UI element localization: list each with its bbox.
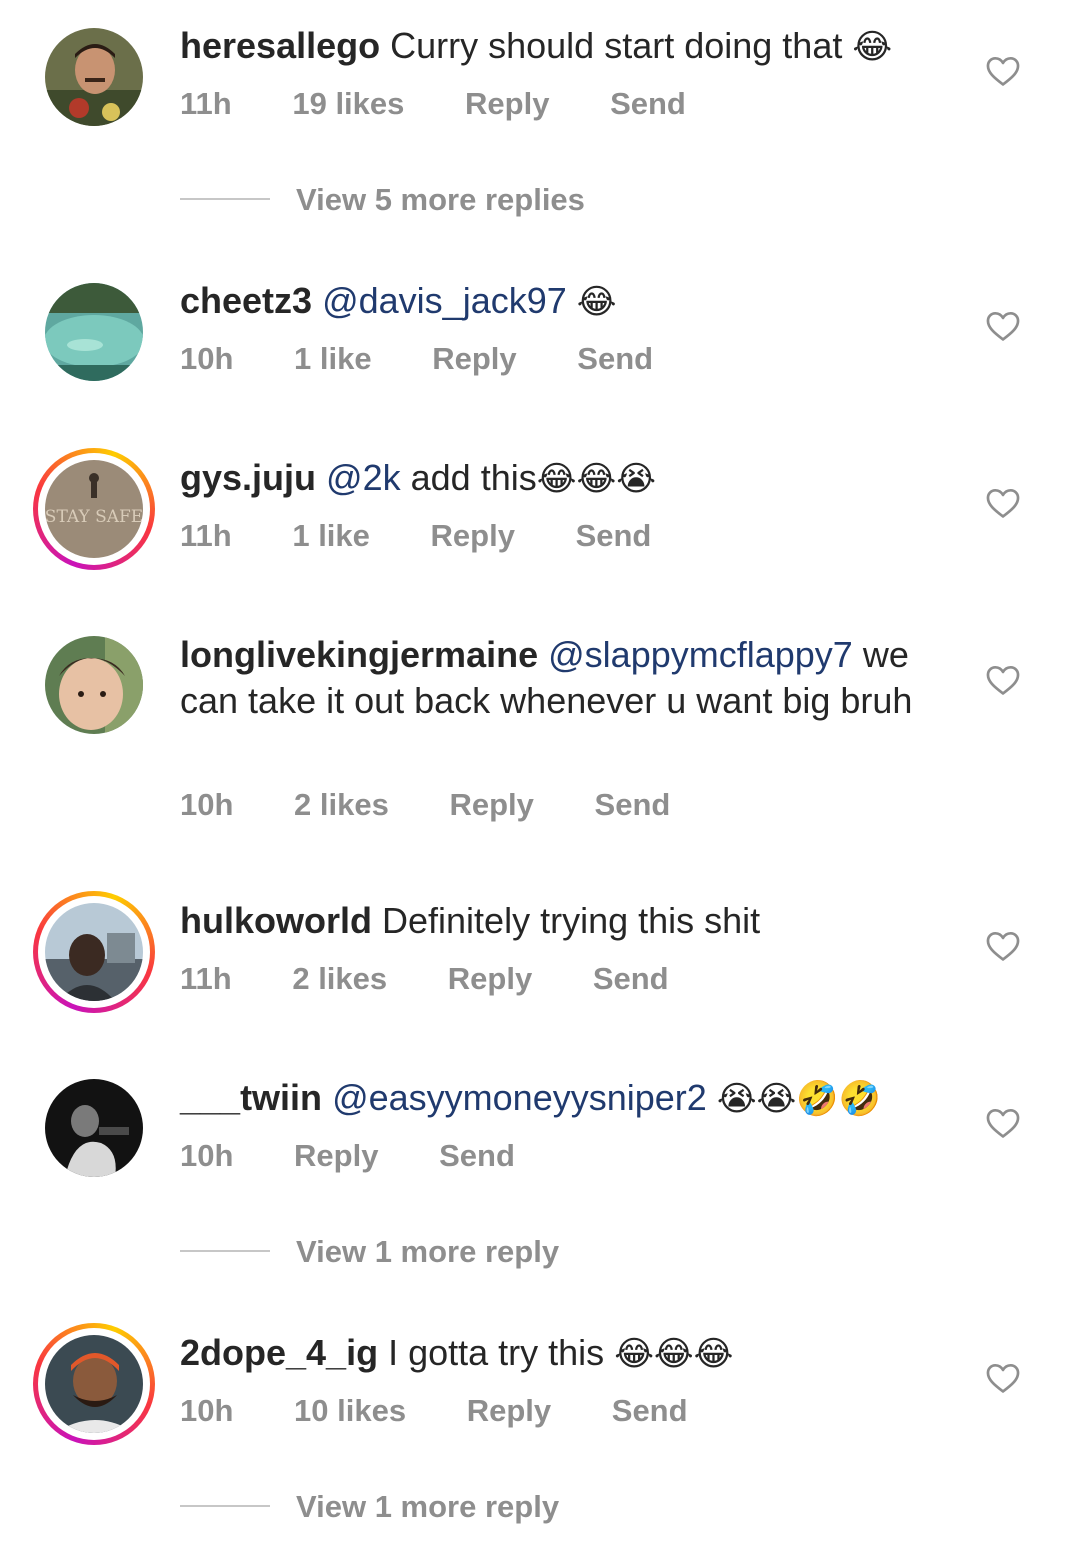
reply-button[interactable]: Reply (467, 1393, 551, 1429)
comment-emoji: 😂😂😭 (536, 459, 656, 499)
avatar-text: STAY SAFE (45, 507, 143, 527)
comment-text: hulkoworld Definitely trying this shit (180, 898, 950, 944)
heart-outline-icon[interactable] (984, 52, 1022, 90)
reply-button[interactable]: Reply (449, 787, 533, 823)
view-replies-button[interactable]: View 1 more reply (180, 1489, 559, 1529)
comment-username[interactable]: ___twiin (180, 1077, 322, 1118)
comment-text: cheetz3 @davis_jack97 😂 (180, 278, 950, 325)
comment-time: 11h (180, 86, 232, 121)
avatar[interactable] (45, 1079, 143, 1177)
comment-meta: 11h 19 likes Reply Send (180, 86, 738, 122)
story-ring[interactable]: STAY SAFE (33, 448, 155, 570)
comment-meta: 10h 1 like Reply Send (180, 341, 705, 377)
send-button[interactable]: Send (595, 787, 671, 823)
comment-meta: 11h 1 like Reply Send (180, 518, 703, 554)
comment-username[interactable]: 2dope_4_ig (180, 1332, 378, 1373)
send-button[interactable]: Send (612, 1393, 688, 1429)
heart-outline-icon[interactable] (984, 1359, 1022, 1397)
view-replies-button[interactable]: View 1 more reply (180, 1234, 559, 1274)
comment-username[interactable]: heresallego (180, 25, 380, 66)
avatar (45, 1335, 143, 1433)
send-button[interactable]: Send (577, 341, 653, 377)
comment-emoji: 😂 (576, 282, 617, 322)
comment-mention[interactable]: @2k (326, 457, 401, 498)
divider (180, 1504, 270, 1507)
comment-likes[interactable]: 2 likes (292, 961, 387, 997)
comment-time: 10h (180, 1138, 234, 1173)
reply-button[interactable]: Reply (432, 341, 516, 377)
comment-mention[interactable]: @davis_jack97 (322, 280, 567, 321)
comment-meta: 10h Reply Send (180, 1138, 567, 1174)
comment-body: Definitely trying this shit (382, 900, 761, 941)
comment-time: 10h (180, 341, 234, 376)
comment-likes[interactable]: 19 likes (292, 86, 404, 122)
heart-outline-icon[interactable] (984, 661, 1022, 699)
comment-text: longlivekingjermaine @slappymcflappy7 we… (180, 632, 950, 724)
send-button[interactable]: Send (576, 518, 652, 554)
view-replies-button[interactable]: View 5 more replies (180, 182, 585, 222)
send-button[interactable]: Send (593, 961, 669, 997)
comment-meta: 11h 2 likes Reply Send (180, 961, 721, 997)
comment-username[interactable]: cheetz3 (180, 280, 312, 321)
heart-outline-icon[interactable] (984, 927, 1022, 965)
heart-outline-icon[interactable] (984, 1104, 1022, 1142)
comment-time: 10h (180, 1393, 234, 1428)
comment-time: 11h (180, 518, 232, 553)
comment-mention[interactable]: @slappymcflappy7 (548, 634, 853, 675)
send-button[interactable]: Send (610, 86, 686, 122)
reply-button[interactable]: Reply (294, 1138, 378, 1174)
avatar[interactable] (45, 636, 143, 734)
comment-username[interactable]: hulkoworld (180, 900, 372, 941)
view-replies-label: View 1 more reply (296, 1489, 560, 1524)
heart-outline-icon[interactable] (984, 484, 1022, 522)
comment-time: 10h (180, 787, 234, 822)
comment-likes[interactable]: 2 likes (294, 787, 389, 823)
comment-likes[interactable]: 1 like (292, 518, 370, 554)
comment-text: 2dope_4_ig I gotta try this 😂😂😂 (180, 1330, 950, 1377)
story-ring[interactable] (33, 891, 155, 1013)
comment-likes[interactable]: 1 like (294, 341, 372, 377)
comment-likes[interactable]: 10 likes (294, 1393, 406, 1429)
heart-outline-icon[interactable] (984, 307, 1022, 345)
reply-button[interactable]: Reply (465, 86, 549, 122)
comment-text: gys.juju @2k add this😂😂😭 (180, 455, 950, 502)
avatar[interactable] (45, 28, 143, 126)
comment-username[interactable]: longlivekingjermaine (180, 634, 538, 675)
comment-meta: 10h 2 likes Reply Send (180, 787, 722, 823)
view-replies-label: View 1 more reply (296, 1234, 560, 1269)
comment-emoji: 😂😂😂 (614, 1334, 734, 1374)
comment-body: Curry should start doing that (390, 25, 843, 66)
avatar (45, 903, 143, 1001)
divider (180, 197, 270, 200)
send-button[interactable]: Send (439, 1138, 515, 1174)
reply-button[interactable]: Reply (431, 518, 515, 554)
comment-emoji: 😭😭🤣🤣 (716, 1079, 881, 1119)
reply-button[interactable]: Reply (448, 961, 532, 997)
view-replies-label: View 5 more replies (296, 182, 585, 217)
comment-text: heresallego Curry should start doing tha… (180, 23, 950, 70)
story-ring[interactable] (33, 1323, 155, 1445)
avatar[interactable] (45, 283, 143, 381)
comment-time: 11h (180, 961, 232, 996)
comment-body: I gotta try this (388, 1332, 605, 1373)
divider (180, 1249, 270, 1252)
comment-meta: 10h 10 likes Reply Send (180, 1393, 740, 1429)
comment-emoji: 😂 (852, 27, 893, 67)
comment-mention[interactable]: @easyymoneyysniper2 (332, 1077, 707, 1118)
avatar: STAY SAFE (45, 460, 143, 558)
comment-username[interactable]: gys.juju (180, 457, 316, 498)
comment-text: ___twiin @easyymoneyysniper2 😭😭🤣🤣 (180, 1075, 950, 1122)
comment-body: add this (410, 457, 537, 498)
